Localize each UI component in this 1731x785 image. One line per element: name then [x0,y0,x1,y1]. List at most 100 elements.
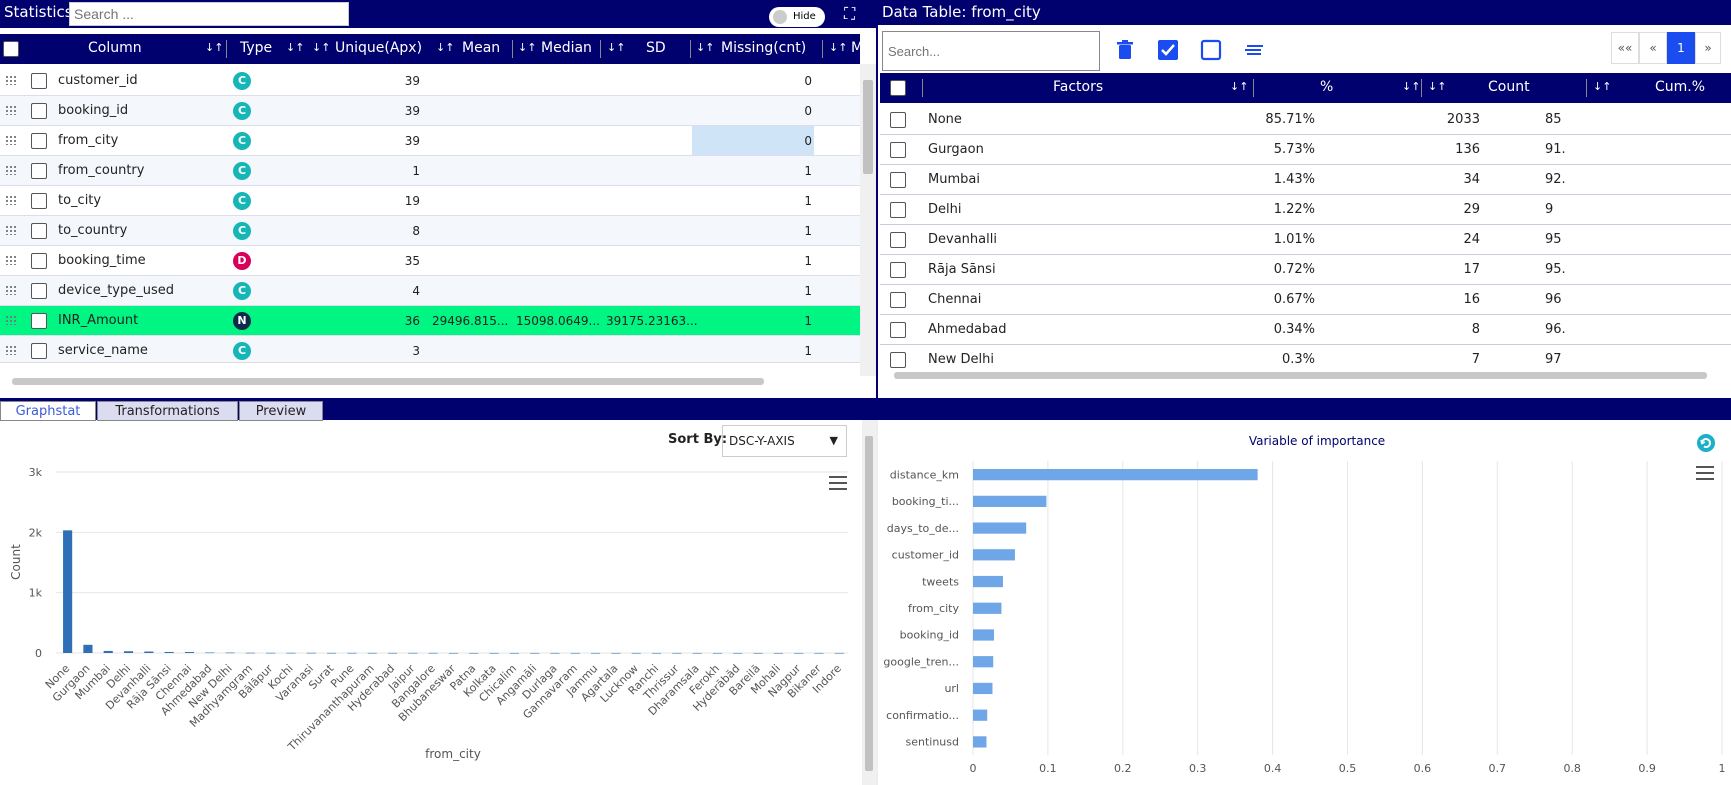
row-checkbox[interactable] [31,343,47,359]
bar[interactable] [794,652,804,654]
bar[interactable] [973,549,1015,561]
bar[interactable] [63,530,73,653]
sort-icon[interactable]: ↓↑ [1230,80,1248,93]
bar[interactable] [123,651,134,653]
row-checkbox[interactable] [31,223,47,239]
col-header-factors[interactable]: Factors [1053,79,1103,95]
drag-handle-icon[interactable] [5,225,17,235]
row-checkbox[interactable] [890,322,906,338]
sort-icon[interactable]: ↓↑ [696,41,714,54]
bar[interactable] [973,682,993,695]
data-table-horizontal-scrollbar[interactable] [880,370,1731,382]
table-row[interactable]: booking_id C 39 0 [0,96,860,126]
bar[interactable] [834,652,844,654]
bar[interactable] [245,652,255,654]
row-checkbox[interactable] [31,103,47,119]
sort-icon[interactable]: ↓↑ [607,41,625,54]
row-checkbox[interactable] [890,352,906,368]
bar[interactable] [306,652,316,654]
row-checkbox[interactable] [31,283,47,299]
scrollbar-thumb[interactable] [863,80,873,174]
table-row[interactable]: Gurgaon 5.73% 136 91. [880,135,1731,165]
col-header-mi[interactable]: Mi [851,40,860,56]
table-row[interactable]: customer_id C 39 0 [0,66,860,96]
row-checkbox[interactable] [890,172,906,188]
scrollbar-thumb[interactable] [894,372,1707,379]
bar[interactable] [530,652,540,654]
bar[interactable] [733,652,743,654]
col-header-type[interactable]: Type [240,40,272,56]
sort-icon[interactable]: ↓↑ [286,41,304,54]
prev-page-button[interactable]: « [1639,32,1667,64]
row-checkbox[interactable] [31,163,47,179]
bar[interactable] [753,652,763,654]
bar[interactable] [83,644,93,653]
bar[interactable] [973,495,1047,507]
bar[interactable] [973,522,1027,534]
bar[interactable] [408,652,418,654]
first-page-button[interactable]: «« [1611,32,1639,64]
col-header-mean[interactable]: Mean [462,40,500,56]
table-row[interactable]: device_type_used C 4 1 [0,276,860,306]
statistics-vertical-scrollbar[interactable] [860,64,876,376]
row-checkbox[interactable] [31,193,47,209]
bar[interactable] [973,629,994,641]
next-page-button[interactable]: » [1695,32,1721,64]
chart-menu-icon[interactable] [1696,466,1714,480]
uncheck-all-icon[interactable] [1200,39,1222,61]
tab-preview[interactable]: Preview [239,401,323,421]
bar[interactable] [144,651,154,653]
bar[interactable] [469,652,479,654]
bar[interactable] [489,652,499,654]
sort-icon[interactable]: ↓↑ [312,41,330,54]
bar[interactable] [692,652,702,654]
chart-vertical-scrollbar[interactable] [862,420,876,785]
bar[interactable] [225,652,235,654]
row-checkbox[interactable] [31,133,47,149]
bar[interactable] [448,652,459,654]
col-header-pct[interactable]: % [1320,79,1333,95]
select-all-checkbox[interactable] [890,80,906,96]
table-row[interactable]: Devanhalli 1.01% 24 95 [880,225,1731,255]
bar[interactable] [103,650,113,653]
bar[interactable] [184,652,195,653]
bar[interactable] [973,469,1258,481]
table-row[interactable]: from_city C 39 0 [0,126,860,156]
hide-toggle[interactable]: Hide [769,7,825,27]
row-checkbox[interactable] [890,232,906,248]
row-checkbox[interactable] [890,292,906,308]
table-row[interactable]: Ahmedabad 0.34% 8 96. [880,315,1731,345]
col-header-cum[interactable]: Cum.% [1655,79,1705,95]
row-checkbox[interactable] [890,112,906,128]
bar[interactable] [651,652,662,654]
bar[interactable] [367,652,377,654]
table-row[interactable]: Rāja Sānsi 0.72% 17 95. [880,255,1731,285]
row-checkbox[interactable] [31,73,47,89]
bar[interactable] [672,652,682,654]
drag-handle-icon[interactable] [5,135,17,145]
drag-handle-icon[interactable] [5,255,17,265]
check-all-icon[interactable] [1157,39,1179,61]
drag-handle-icon[interactable] [5,345,17,355]
col-header-column[interactable]: Column [88,40,142,56]
sort-icon[interactable]: ↓↑ [205,41,223,54]
bar[interactable] [631,652,641,654]
bar[interactable] [347,652,357,654]
tab-graphstat[interactable]: Graphstat [0,401,96,421]
sort-icon[interactable]: ↓↑ [1428,80,1446,93]
bar[interactable] [387,652,398,654]
col-header-count[interactable]: Count [1488,79,1530,95]
drag-handle-icon[interactable] [5,105,17,115]
bar[interactable] [973,656,994,668]
table-row[interactable]: to_city C 19 1 [0,186,860,216]
tab-transformations[interactable]: Transformations [97,401,238,421]
row-checkbox[interactable] [31,313,47,329]
table-row[interactable]: None 85.71% 2033 85 [880,105,1731,135]
drag-handle-icon[interactable] [5,285,17,295]
row-checkbox[interactable] [890,142,906,158]
bar[interactable] [773,652,783,654]
bar[interactable] [550,652,560,654]
table-row[interactable]: from_country C 1 1 [0,156,860,186]
table-row[interactable]: Mumbai 1.43% 34 92. [880,165,1731,195]
row-checkbox[interactable] [31,253,47,269]
